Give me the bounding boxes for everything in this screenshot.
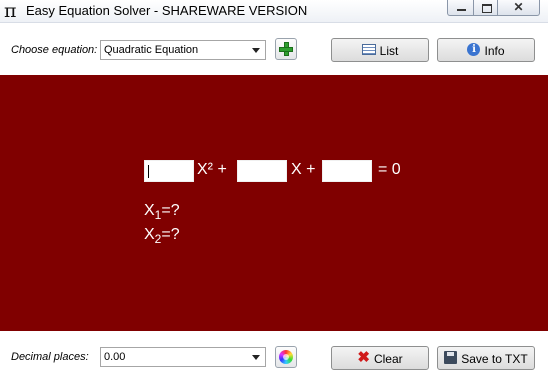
color-picker-button[interactable]	[275, 346, 297, 368]
info-icon: i	[467, 43, 481, 57]
x-term: X +	[291, 161, 316, 178]
info-button[interactable]: i Info	[437, 38, 535, 62]
root-x1-value: =?	[161, 202, 180, 219]
maximize-icon	[482, 4, 492, 13]
save-to-txt-button[interactable]: Save to TXT	[437, 346, 535, 370]
close-icon: ✕	[513, 0, 524, 14]
minimize-icon	[457, 9, 466, 11]
root-x1-label: X	[144, 202, 155, 219]
plus-icon-bar	[279, 47, 293, 52]
equation-label: Choose equation:	[11, 44, 98, 56]
clear-x-icon: ✖	[357, 348, 370, 366]
chevron-down-icon	[252, 355, 260, 360]
list-button-label: List	[379, 43, 399, 58]
minimize-button[interactable]	[447, 0, 474, 16]
decimal-places-label: Decimal places:	[11, 351, 89, 363]
root-x2-value: =?	[161, 226, 180, 243]
text-caret	[148, 165, 149, 178]
top-toolbar: Choose equation: Quadratic Equation List…	[0, 23, 548, 75]
clear-button-label: Clear	[373, 351, 403, 366]
bottom-toolbar: Decimal places: 0.00 ✖ Clear Save to TXT	[0, 331, 548, 383]
root-x1: X1=?	[144, 202, 180, 222]
floppy-disk-icon	[444, 351, 458, 365]
color-wheel-icon	[279, 350, 293, 364]
decimal-places-select[interactable]: 0.00	[100, 347, 266, 367]
maximize-button[interactable]	[473, 0, 498, 16]
equals-zero: = 0	[378, 161, 401, 178]
root-x2: X2=?	[144, 226, 180, 246]
close-button[interactable]: ✕	[497, 0, 540, 16]
equation-select-value: Quadratic Equation	[104, 44, 199, 56]
save-button-label: Save to TXT	[461, 351, 528, 366]
equation-select[interactable]: Quadratic Equation	[100, 40, 266, 60]
window-title: Easy Equation Solver - SHAREWARE VERSION	[26, 3, 308, 18]
info-button-label: Info	[484, 43, 505, 58]
x-squared-term: X² +	[197, 161, 227, 178]
add-equation-button[interactable]	[275, 38, 297, 60]
list-button[interactable]: List	[331, 38, 429, 62]
chevron-down-icon	[252, 48, 260, 53]
coefficient-b-input[interactable]	[237, 160, 287, 182]
coefficient-c-input[interactable]	[322, 160, 372, 182]
equation-panel: X² + X + = 0 X1=? X2=?	[0, 75, 548, 331]
decimal-places-value: 0.00	[104, 351, 126, 363]
title-bar: π Easy Equation Solver - SHAREWARE VERSI…	[0, 0, 548, 23]
clear-button[interactable]: ✖ Clear	[331, 346, 429, 370]
list-icon	[361, 44, 376, 56]
root-x2-label: X	[144, 226, 155, 243]
pi-app-icon: π	[4, 0, 17, 22]
coefficient-a-input[interactable]	[144, 160, 194, 182]
